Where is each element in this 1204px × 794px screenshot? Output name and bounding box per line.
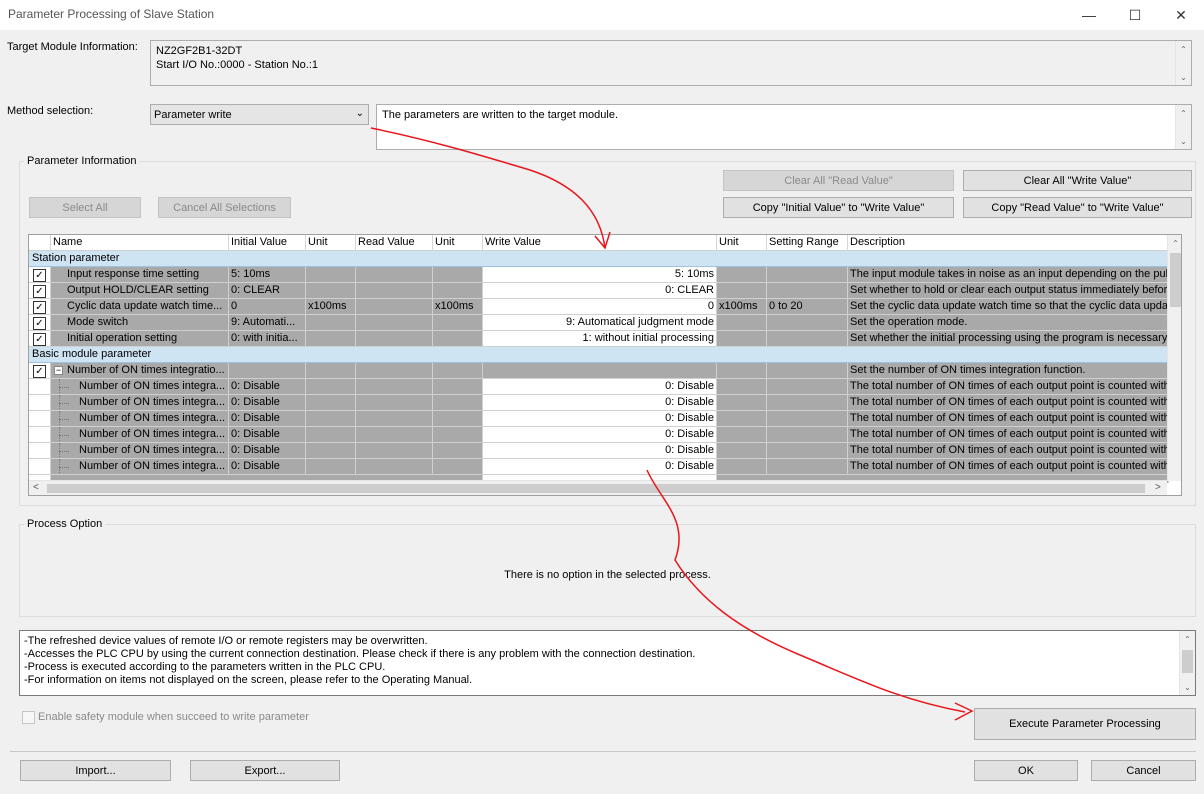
annotation-arrow-method-to-write	[370, 127, 606, 249]
annotation-arrows	[370, 127, 974, 721]
annotation-arrow-write-to-execute	[646, 469, 966, 713]
